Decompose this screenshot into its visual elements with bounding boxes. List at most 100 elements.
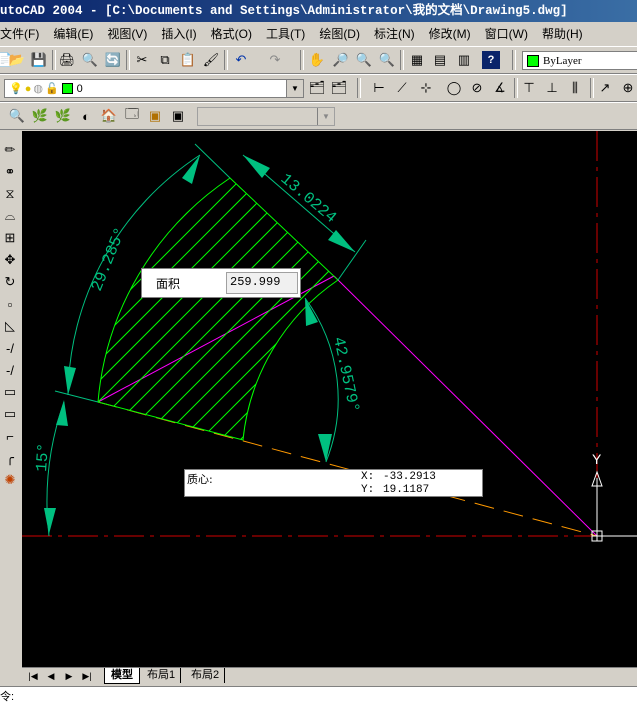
menu-view[interactable]: 视图(V)	[100, 25, 154, 42]
material-icon[interactable]: ▣	[146, 107, 164, 125]
menu-window[interactable]: 窗口(W)	[478, 25, 535, 42]
menu-file[interactable]: 文件(F)	[0, 25, 46, 42]
layer-on-icon: 💡	[9, 83, 23, 95]
break-icon[interactable]: ▭	[1, 383, 19, 401]
ucs-y-label: Y	[592, 451, 602, 467]
extend-icon[interactable]: -/	[1, 361, 19, 379]
menu-help[interactable]: 帮助(H)	[535, 25, 590, 42]
make-object-layer-current-icon[interactable]: 🗂	[308, 79, 326, 97]
next-tab-icon[interactable]: ▶	[60, 667, 78, 685]
command-prompt: 令:	[0, 691, 15, 703]
last-tab-icon[interactable]: ▶|	[78, 667, 96, 685]
menu-bar: 文件(F) 编辑(E) 视图(V) 插入(I) 格式(O) 工具(T) 绘图(D…	[0, 22, 637, 44]
array-icon[interactable]: ⊞	[1, 229, 19, 247]
first-tab-icon[interactable]: |◀	[24, 667, 42, 685]
offset-icon[interactable]: ⌓	[1, 207, 19, 225]
move-icon[interactable]: ✥	[1, 251, 19, 269]
separator	[512, 50, 516, 70]
radius-dim-icon[interactable]: ◯	[445, 79, 463, 97]
layer-previous-icon[interactable]: 🗂	[330, 79, 348, 97]
aligned-dim-icon[interactable]: ⟋	[393, 79, 411, 97]
erase-icon[interactable]: ✏	[1, 141, 19, 159]
chevron-down-icon[interactable]: ▼	[317, 108, 334, 125]
zoom-icon[interactable]: 🔍	[8, 107, 26, 125]
plot-preview-icon[interactable]: 🔍	[81, 51, 99, 69]
render-icon[interactable]: 🌿	[31, 107, 49, 125]
separator	[590, 78, 594, 98]
separator	[357, 78, 361, 98]
window-title: utoCAD 2004 - [C:\Documents and Settings…	[0, 4, 568, 18]
design-center-icon[interactable]: ▤	[431, 51, 449, 69]
menu-draw[interactable]: 绘图(D)	[312, 25, 367, 42]
shade-icon[interactable]: 🌿	[54, 107, 72, 125]
explode-icon[interactable]: ✺	[1, 471, 19, 489]
help-icon[interactable]: ?	[482, 51, 500, 69]
layer-combo[interactable]: 💡 ● ◍ 🔓 0 ▼	[4, 79, 304, 98]
undo-icon[interactable]: ↶	[232, 51, 250, 69]
trim-icon[interactable]: -/	[1, 339, 19, 357]
left-toolbar: ✏ ⚭ ⧖ ⌓ ⊞ ✥ ↻ ▫ ◺ -/ -/ ▭ ▭ ⌐ ╭ ✺	[0, 131, 22, 671]
chamfer-icon[interactable]: ⌐	[1, 427, 19, 445]
menu-dimension[interactable]: 标注(N)	[367, 25, 422, 42]
diameter-dim-icon[interactable]: ⊘	[468, 79, 486, 97]
centroid-x-label: X:	[361, 471, 375, 483]
scale-icon[interactable]: ▫	[1, 295, 19, 313]
rotate-icon[interactable]: ↻	[1, 273, 19, 291]
drawing-svg: 13.0224 29.285° 42.9579° 15° Y	[22, 131, 637, 542]
pan-icon[interactable]: ✋	[308, 51, 326, 69]
print-icon[interactable]: 🖨	[58, 51, 76, 69]
menu-edit[interactable]: 编辑(E)	[46, 25, 100, 42]
fillet-icon[interactable]: ╭	[1, 449, 19, 467]
stretch-icon[interactable]: ◺	[1, 317, 19, 335]
quick-dim-icon[interactable]: ⊤	[520, 79, 538, 97]
baseline-dim-icon[interactable]: ⊥	[543, 79, 561, 97]
scene-icon[interactable]: 🏠	[100, 107, 118, 125]
menu-modify[interactable]: 修改(M)	[422, 25, 478, 42]
light-icon[interactable]: 🗔	[123, 106, 141, 125]
tab-model[interactable]: 模型	[104, 668, 140, 684]
chevron-down-icon[interactable]: ▼	[286, 80, 303, 97]
zoom-window-icon[interactable]: 🔍	[355, 51, 373, 69]
menu-format[interactable]: 格式(O)	[204, 25, 259, 42]
quick-leader-icon[interactable]: ↗	[596, 79, 614, 97]
menu-insert[interactable]: 插入(I)	[154, 25, 203, 42]
named-view-combo[interactable]: ▼	[197, 107, 335, 126]
save-icon[interactable]: 💾	[30, 51, 48, 69]
tab-layout2[interactable]: 布局2	[186, 668, 226, 683]
menu-tools[interactable]: 工具(T)	[259, 25, 312, 42]
centroid-y-label: Y:	[361, 484, 375, 496]
continue-dim-icon[interactable]: ⫼	[566, 79, 584, 97]
layer-thaw-icon: ●	[24, 82, 32, 95]
orbit-icon[interactable]: ◐	[77, 107, 95, 125]
publish-icon[interactable]: 🔄	[104, 51, 122, 69]
landscape-icon[interactable]: ▣	[169, 107, 187, 125]
tab-layout1[interactable]: 布局1	[142, 668, 182, 683]
angular-dim-icon[interactable]: ∡	[491, 79, 509, 97]
zoom-previous-icon[interactable]: 🔍	[378, 51, 396, 69]
redo-icon[interactable]: ↷	[266, 51, 284, 69]
prev-tab-icon[interactable]: ◀	[42, 667, 60, 685]
cut-icon[interactable]: ✂	[133, 51, 151, 69]
paste-icon[interactable]: 📋	[179, 51, 197, 69]
copy-object-icon[interactable]: ⚭	[1, 163, 19, 181]
centroid-label: 质心:	[187, 473, 213, 486]
linear-dim-icon[interactable]: ⊢	[370, 79, 388, 97]
color-combo[interactable]: ByLayer	[522, 51, 637, 70]
drawing-canvas[interactable]: 13.0224 29.285° 42.9579° 15° Y 面积 259.99…	[22, 131, 637, 669]
tool-palettes-icon[interactable]: ▥	[455, 51, 473, 69]
mirror-icon[interactable]: ⧖	[1, 185, 19, 203]
centroid-tooltip: 质心: X: -33.2913 Y: 19.1187	[184, 469, 483, 497]
dim-text-angle-right: 42.9579°	[329, 335, 363, 414]
dim-text-linear: 13.0224	[277, 170, 340, 227]
match-properties-icon[interactable]: 🖌	[202, 51, 220, 69]
dim-text-angle-bottom: 15°	[33, 442, 53, 472]
join-icon[interactable]: ▭	[1, 405, 19, 423]
open-icon[interactable]: 📂	[8, 51, 26, 69]
properties-icon[interactable]: ▦	[408, 51, 426, 69]
tolerance-icon[interactable]: ⊕	[619, 79, 637, 97]
separator	[514, 78, 518, 98]
command-line[interactable]: 令:	[0, 686, 637, 708]
ordinate-dim-icon[interactable]: ⊹	[417, 79, 435, 97]
copy-icon[interactable]: ⧉	[156, 51, 174, 69]
zoom-realtime-icon[interactable]: 🔎	[332, 51, 350, 69]
